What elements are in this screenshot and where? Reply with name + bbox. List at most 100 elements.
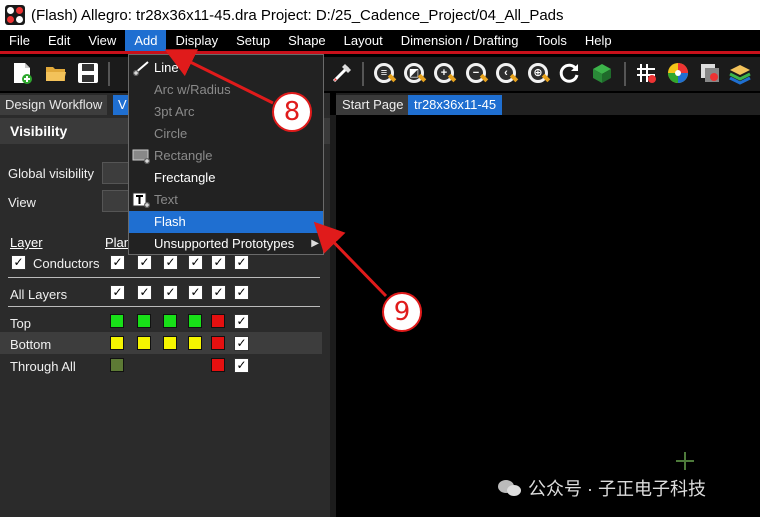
tab-drawing-file[interactable]: tr28x36x11-45: [408, 95, 503, 115]
toolbar-separator: [108, 62, 110, 86]
origin-crosshair-icon: [676, 452, 694, 470]
color-dialog-icon[interactable]: [666, 61, 690, 85]
menu-view[interactable]: View: [79, 30, 125, 51]
wechat-icon: [498, 478, 522, 498]
through-all-all-checkbox[interactable]: ✓: [234, 358, 249, 373]
add-menu-dropdown: Line Arc w/Radius 3pt Arc Circle Rectang…: [128, 54, 324, 255]
zoom-window-icon[interactable]: ◩: [402, 61, 426, 85]
through-all-drc-color-swatch[interactable]: [211, 358, 225, 372]
watermark-text: 公众号 · 子正电子科技: [528, 479, 706, 499]
menu-item-label: Circle: [154, 126, 188, 141]
menu-help[interactable]: Help: [576, 30, 621, 51]
menu-add[interactable]: Add: [125, 30, 167, 51]
zoom-out-icon[interactable]: −: [464, 61, 488, 85]
top-pin-color-swatch[interactable]: [188, 314, 202, 328]
add-menu-unsupported-prototypes[interactable]: Unsupported Prototypes ▶: [129, 233, 323, 255]
open-folder-icon[interactable]: [44, 61, 68, 85]
menu-layout[interactable]: Layout: [335, 30, 392, 51]
callout-8: 8: [272, 92, 312, 132]
redraw-icon[interactable]: [557, 61, 581, 85]
bottom-drc-color-swatch[interactable]: [211, 336, 225, 350]
through-all-plan-color-swatch[interactable]: [110, 358, 124, 372]
rectangle-icon: [132, 149, 150, 164]
menu-tools[interactable]: Tools: [527, 30, 575, 51]
menu-item-label: Arc w/Radius: [154, 82, 231, 97]
layer-row-bottom: Bottom: [10, 337, 52, 352]
allegro-app-icon: [5, 5, 25, 25]
all-layers-etch-checkbox[interactable]: ✓: [137, 285, 152, 300]
menu-item-label: Line: [154, 60, 179, 75]
layer-visibility-icon[interactable]: [698, 61, 722, 85]
conductors-pin-checkbox[interactable]: ✓: [188, 255, 203, 270]
menu-bar: File Edit View Add Display Setup Shape L…: [0, 30, 760, 54]
view-label: View: [8, 195, 36, 210]
tab-start-page[interactable]: Start Page: [336, 95, 410, 115]
conductors-checkbox[interactable]: ✓: [11, 255, 26, 270]
column-header-layer: Layer: [10, 235, 43, 250]
top-via-color-swatch[interactable]: [163, 314, 177, 328]
tab-visibility[interactable]: V: [113, 95, 129, 115]
menu-item-label: Flash: [154, 214, 186, 229]
title-bar: (Flash) Allegro: tr28x36x11-45.dra Proje…: [0, 0, 760, 30]
conductors-plan-checkbox[interactable]: ✓: [110, 255, 125, 270]
toolbar-separator: [362, 62, 364, 86]
all-layers-drc-checkbox[interactable]: ✓: [211, 285, 226, 300]
menu-item-label: Frectangle: [154, 170, 216, 185]
conductors-etch-checkbox[interactable]: ✓: [137, 255, 152, 270]
text-icon: [132, 192, 150, 208]
bottom-pin-color-swatch[interactable]: [188, 336, 202, 350]
grid-icon[interactable]: [634, 61, 658, 85]
new-file-icon[interactable]: [10, 61, 34, 85]
add-menu-rectangle[interactable]: Rectangle: [129, 145, 323, 167]
zoom-previous-icon[interactable]: ‹: [494, 61, 518, 85]
global-visibility-label: Global visibility: [8, 166, 94, 181]
menu-item-label: Unsupported Prototypes: [154, 236, 295, 251]
all-layers-via-checkbox[interactable]: ✓: [163, 285, 178, 300]
add-menu-frectangle[interactable]: Frectangle: [129, 167, 323, 189]
menu-dimension-drafting[interactable]: Dimension / Drafting: [392, 30, 528, 51]
add-menu-line[interactable]: Line: [129, 57, 323, 79]
all-layers-pin-checkbox[interactable]: ✓: [188, 285, 203, 300]
menu-item-label: 3pt Arc: [154, 104, 195, 119]
save-icon[interactable]: [76, 61, 100, 85]
bottom-etch-color-swatch[interactable]: [137, 336, 151, 350]
line-icon: [133, 61, 149, 76]
conductors-drc-checkbox[interactable]: ✓: [211, 255, 226, 270]
divider: [8, 306, 320, 307]
conductors-all-checkbox[interactable]: ✓: [234, 255, 249, 270]
layer-row-through-all: Through All: [10, 359, 76, 374]
layer-row-top: Top: [10, 316, 31, 331]
top-drc-color-swatch[interactable]: [211, 314, 225, 328]
watermark: 公众号 · 子正电子科技: [498, 475, 706, 501]
3d-view-icon[interactable]: [590, 61, 614, 85]
layers-icon[interactable]: [728, 61, 752, 85]
zoom-center-icon[interactable]: ⊕: [526, 61, 550, 85]
menu-item-label: Text: [154, 192, 178, 207]
pick-tool-icon[interactable]: [330, 61, 354, 85]
top-etch-color-swatch[interactable]: [137, 314, 151, 328]
zoom-in-icon[interactable]: +: [432, 61, 456, 85]
menu-shape[interactable]: Shape: [279, 30, 335, 51]
menu-item-label: Rectangle: [154, 148, 213, 163]
bottom-via-color-swatch[interactable]: [163, 336, 177, 350]
menu-edit[interactable]: Edit: [39, 30, 79, 51]
top-plan-color-swatch[interactable]: [110, 314, 124, 328]
menu-file[interactable]: File: [0, 30, 39, 51]
bottom-plan-color-swatch[interactable]: [110, 336, 124, 350]
all-layers-plan-checkbox[interactable]: ✓: [110, 285, 125, 300]
toolbar-separator: [624, 62, 626, 86]
column-header-plan: Plan: [105, 235, 130, 250]
menu-display[interactable]: Display: [166, 30, 227, 51]
bottom-all-checkbox[interactable]: ✓: [234, 336, 249, 351]
conductors-via-checkbox[interactable]: ✓: [163, 255, 178, 270]
tab-design-workflow[interactable]: Design Workflow: [0, 95, 108, 115]
submenu-arrow-icon: ▶: [311, 238, 319, 249]
add-menu-text[interactable]: Text: [129, 189, 323, 211]
document-tabs: Start Page tr28x36x11-45: [336, 93, 760, 115]
divider: [8, 277, 320, 278]
top-all-checkbox[interactable]: ✓: [234, 314, 249, 329]
add-menu-flash[interactable]: Flash: [129, 211, 323, 233]
zoom-fit-icon[interactable]: ≡: [372, 61, 396, 85]
menu-setup[interactable]: Setup: [227, 30, 279, 51]
all-layers-all-checkbox[interactable]: ✓: [234, 285, 249, 300]
